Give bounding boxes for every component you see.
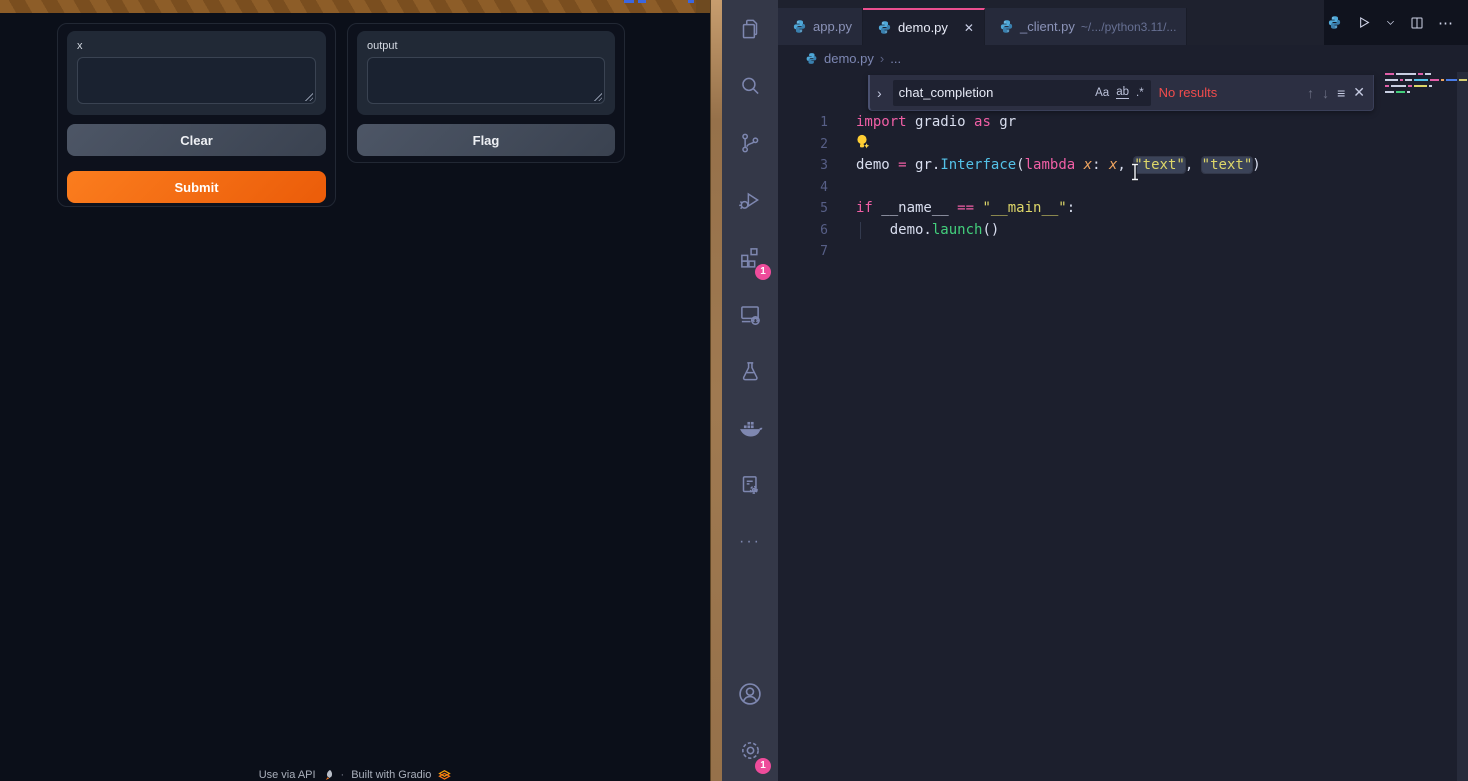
output-textarea[interactable] [367,57,605,104]
output-column-panel: output Flag [347,23,625,163]
toolbar-artifact [624,0,634,3]
gradio-footer: Use via API · Built with Gradio [0,769,710,781]
extensions-icon[interactable]: 1 [722,228,778,285]
explorer-icon[interactable] [722,0,778,57]
line-number: 1 [778,112,828,134]
vscode-window: 1 ··· 1 app.py [722,0,1468,781]
gradio-logo-icon [438,769,451,781]
editor-actions-toolbar: ⋯ [1324,0,1468,45]
tab-demo-py[interactable]: demo.py ✕ [863,8,985,45]
submit-button[interactable]: Submit [67,171,326,203]
more-actions-icon[interactable]: ⋯ [1438,14,1454,32]
use-via-api-link[interactable]: Use via API [259,769,316,781]
testing-icon[interactable] [722,342,778,399]
clear-button[interactable]: Clear [67,124,326,156]
find-input[interactable] [893,85,1095,100]
code-line[interactable]: 3demo = gr.Interface(lambda x: x, "text"… [778,155,1438,177]
code-line[interactable]: 6 demo.launch() [778,220,1438,242]
code-text: demo = gr.Interface(lambda x: x, "text",… [828,155,1261,177]
python-icon [877,20,892,35]
footer-separator: · [341,769,345,781]
tab-close-icon[interactable]: ✕ [964,21,974,35]
find-previous-icon[interactable]: ↑ [1307,85,1314,101]
input-textarea[interactable] [77,57,316,104]
line-number: 7 [778,241,828,263]
breadcrumb[interactable]: demo.py › ... [778,45,1468,72]
line-number: 4 [778,177,828,199]
breadcrumb-symbol[interactable]: ... [890,51,901,66]
code-text: import gradio as gr [828,112,1016,134]
breadcrumb-chevron-icon: › [880,51,884,66]
tab-app-py[interactable]: app.py [778,8,863,45]
toolbar-artifact [688,0,694,3]
breadcrumb-file[interactable]: demo.py [824,51,874,66]
python-icon [805,52,818,65]
find-results-status: No results [1159,85,1218,100]
loading-bar-end [696,0,710,13]
line-number: 3 [778,155,828,177]
built-with-gradio-link[interactable]: Built with Gradio [351,769,431,781]
rocket-icon [323,769,334,781]
vertical-scrollbar[interactable] [1457,72,1468,781]
find-next-icon[interactable]: ↓ [1322,85,1329,101]
code-line[interactable]: 7 [778,241,1438,263]
input-label: x [77,40,83,52]
line-number: 2 [778,134,828,156]
tab-label: demo.py [898,20,948,35]
loading-progress-bar [0,0,710,13]
settings-badge: 1 [755,758,771,774]
output-label: output [367,40,398,52]
toolbar-artifact [638,0,646,3]
tab-client-py[interactable]: _client.py ~/.../python3.11/... [985,8,1187,45]
run-and-debug-icon[interactable] [722,171,778,228]
input-block: x [67,31,326,115]
find-in-selection-icon[interactable]: ≡ [1337,85,1345,101]
python-icon [792,19,807,34]
container-tools-icon[interactable] [722,456,778,513]
line-number: 5 [778,198,828,220]
split-editor-icon[interactable] [1409,15,1425,31]
tab-label: app.py [813,19,852,34]
input-column-panel: x Clear Submit [57,23,336,207]
code-line[interactable]: 4 [778,177,1438,199]
settings-gear-icon[interactable]: 1 [722,722,778,779]
code-action-lightbulb-icon[interactable] [856,134,870,150]
line-number: 6 [778,220,828,242]
run-file-button[interactable] [1355,14,1372,31]
regex-toggle[interactable]: .* [1136,87,1144,99]
search-icon[interactable] [722,57,778,114]
code-line[interactable]: 1import gradio as gr [778,112,1438,134]
desktop-wallpaper-strip [710,0,722,781]
source-control-icon[interactable] [722,114,778,171]
remote-explorer-icon[interactable] [722,285,778,342]
tab-description: ~/.../python3.11/... [1081,20,1177,34]
minimap[interactable] [1385,73,1441,97]
activity-bar: 1 ··· 1 [722,0,778,781]
docker-icon[interactable] [722,399,778,456]
code-text: demo.launch() [828,220,999,242]
flag-button[interactable]: Flag [357,124,615,156]
find-expand-chevron-icon[interactable]: › [874,85,885,101]
resize-handle-icon[interactable] [593,92,602,101]
python-run-icon[interactable] [1327,15,1342,30]
python-icon [999,19,1014,34]
account-icon[interactable] [722,665,778,722]
code-text [828,134,870,156]
find-widget: › Aa ab .* No results ↑ ↓ ≡ ✕ [868,75,1374,111]
output-block: output [357,31,615,115]
code-line[interactable]: 5if __name__ == "__main__": [778,198,1438,220]
run-dropdown-chevron-icon[interactable] [1385,17,1396,28]
code-editor[interactable]: 1import gradio as gr23demo = gr.Interfac… [778,112,1438,263]
whole-word-toggle[interactable]: ab [1116,86,1129,99]
code-text: if __name__ == "__main__": [828,198,1075,220]
find-close-icon[interactable]: ✕ [1353,84,1365,101]
gradio-app-window: x Clear Submit output Flag Use via API ·… [0,0,710,781]
find-input-box: Aa ab .* [893,80,1151,106]
tab-label: _client.py [1020,19,1075,34]
more-views-icon[interactable]: ··· [722,513,778,570]
match-case-toggle[interactable]: Aa [1095,87,1109,99]
code-line[interactable]: 2 [778,134,1438,156]
extensions-badge: 1 [755,264,771,280]
resize-handle-icon[interactable] [304,92,313,101]
